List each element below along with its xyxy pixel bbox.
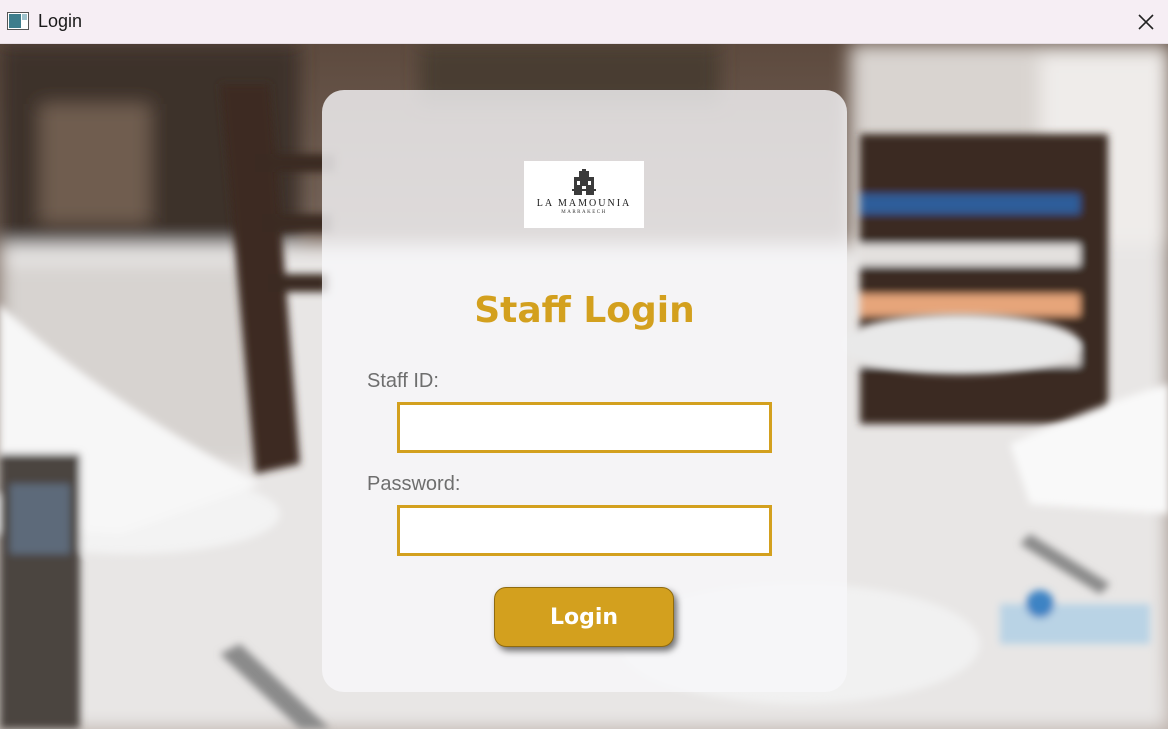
page-title: Staff Login [474,290,695,331]
logo-name: LA MAMOUNIA [536,198,632,209]
logo-subtitle: MARRAKECH [561,210,607,215]
login-card: LA MAMOUNIA MARRAKECH Staff Login Staff … [322,90,847,692]
close-icon [1138,14,1154,30]
password-label: Password: [367,473,461,495]
castle-emblem-icon [572,169,596,195]
title-bar: Login [0,0,1168,44]
staff-id-input[interactable] [397,402,772,453]
staff-id-label: Staff ID: [367,370,439,392]
login-button[interactable]: Login [494,587,674,647]
password-input[interactable] [397,505,772,556]
close-button[interactable] [1124,0,1168,44]
hotel-logo: LA MAMOUNIA MARRAKECH [524,161,644,228]
app-window-icon [7,12,29,30]
window-title: Login [38,11,83,31]
